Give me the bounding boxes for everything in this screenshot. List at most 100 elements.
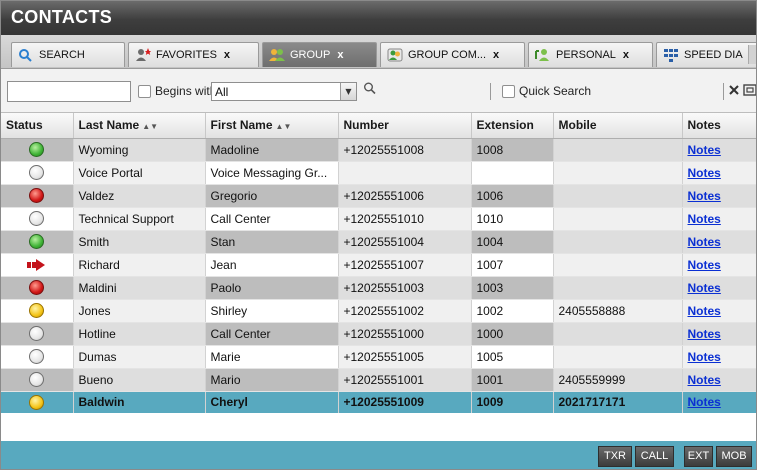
cell-first-name: Call Center bbox=[205, 207, 339, 231]
tab-label: FAVORITES bbox=[156, 49, 217, 61]
cell-number: +12025551003 bbox=[338, 276, 472, 300]
cell-number: +12025551001 bbox=[338, 368, 472, 392]
cell-number: +12025551010 bbox=[338, 207, 472, 231]
cell-last-name: Wyoming bbox=[73, 138, 206, 162]
contacts-table: Status Last Name ▲▼ First Name ▲▼ Number E… bbox=[1, 113, 756, 413]
begins-with-checkbox[interactable] bbox=[138, 85, 151, 98]
tab-group-common[interactable]: GROUP COM... x bbox=[380, 42, 525, 67]
table-row[interactable]: Wyoming Madoline +12025551008 1008 Notes bbox=[1, 138, 756, 162]
tab-favorites[interactable]: FAVORITES x bbox=[128, 42, 259, 67]
cell-mobile bbox=[553, 230, 683, 254]
search-input[interactable] bbox=[7, 81, 131, 102]
cell-first-name: Madoline bbox=[205, 138, 339, 162]
table-row[interactable]: Baldwin Cheryl +12025551009 1009 2021717171 N… bbox=[1, 391, 756, 413]
tab-label: GROUP bbox=[290, 49, 331, 61]
tab-group[interactable]: GROUP x bbox=[262, 42, 377, 67]
table-row[interactable]: Voice Portal Voice Messaging Gr... Notes bbox=[1, 161, 756, 185]
cell-notes: Notes bbox=[682, 138, 756, 162]
search-icon[interactable] bbox=[363, 81, 377, 100]
notes-link[interactable]: Notes bbox=[688, 373, 721, 387]
cell-last-name: Richard bbox=[73, 253, 206, 277]
cell-notes: Notes bbox=[682, 345, 756, 369]
call-button[interactable]: CALL bbox=[635, 446, 674, 467]
tab-search[interactable]: SEARCH bbox=[11, 42, 125, 67]
table-row[interactable]: Smith Stan +12025551004 1004 Notes bbox=[1, 230, 756, 254]
tab-speed-dial[interactable]: SPEED DIA bbox=[656, 42, 756, 67]
cell-first-name: Gregorio bbox=[205, 184, 339, 208]
notes-link[interactable]: Notes bbox=[688, 327, 721, 341]
cell-mobile: 2405558888 bbox=[553, 299, 683, 323]
cell-number: +12025551004 bbox=[338, 230, 472, 254]
column-header-status[interactable]: Status bbox=[1, 113, 74, 139]
cell-mobile bbox=[553, 253, 683, 277]
column-header-notes[interactable]: Notes bbox=[682, 113, 756, 139]
notes-link[interactable]: Notes bbox=[688, 281, 721, 295]
cell-last-name: Technical Support bbox=[73, 207, 206, 231]
call-forward-icon bbox=[26, 259, 47, 272]
cell-extension: 1009 bbox=[471, 391, 554, 413]
cell-status bbox=[1, 138, 74, 162]
cell-mobile: 2021717171 bbox=[553, 391, 683, 413]
table-row[interactable]: Bueno Mario +12025551001 1001 2405559999 Note… bbox=[1, 368, 756, 392]
status-white-icon bbox=[29, 372, 45, 388]
personal-icon bbox=[535, 48, 551, 62]
tab-scroll-arrow[interactable] bbox=[748, 45, 756, 64]
table-row[interactable]: Valdez Gregorio +12025551006 1006 Notes bbox=[1, 184, 756, 208]
table-row[interactable]: Richard Jean +12025551007 1007 Notes bbox=[1, 253, 756, 277]
table-row[interactable]: Jones Shirley +12025551002 1002 2405558888 No… bbox=[1, 299, 756, 323]
popout-icon[interactable] bbox=[743, 82, 756, 101]
close-icon[interactable]: x bbox=[493, 49, 499, 61]
notes-link[interactable]: Notes bbox=[688, 143, 721, 157]
close-icon[interactable]: x bbox=[224, 49, 230, 61]
table-row[interactable]: Dumas Marie +12025551005 1005 Notes bbox=[1, 345, 756, 369]
clear-search-icon[interactable] bbox=[728, 82, 740, 101]
table-row[interactable]: Technical Support Call Center +12025551010… bbox=[1, 207, 756, 231]
cell-status bbox=[1, 276, 74, 300]
tab-personal[interactable]: PERSONAL x bbox=[528, 42, 653, 67]
column-header-last-name[interactable]: Last Name ▲▼ bbox=[73, 113, 206, 139]
call-extension-button[interactable]: EXT bbox=[684, 446, 713, 467]
notes-link[interactable]: Notes bbox=[688, 235, 721, 249]
cell-number: +12025551007 bbox=[338, 253, 472, 277]
close-icon[interactable]: x bbox=[623, 49, 629, 61]
table-header: Status Last Name ▲▼ First Name ▲▼ Number E… bbox=[1, 113, 756, 139]
notes-link[interactable]: Notes bbox=[688, 304, 721, 318]
cell-extension: 1008 bbox=[471, 138, 554, 162]
call-mobile-button[interactable]: MOB bbox=[716, 446, 752, 467]
cell-last-name: Smith bbox=[73, 230, 206, 254]
notes-link[interactable]: Notes bbox=[688, 350, 721, 364]
speed-dial-icon bbox=[663, 48, 679, 62]
notes-link[interactable]: Notes bbox=[688, 258, 721, 272]
begins-with-dropdown[interactable]: All ▼ bbox=[211, 82, 357, 101]
column-header-mobile[interactable]: Mobile bbox=[553, 113, 683, 139]
close-icon[interactable]: x bbox=[337, 49, 343, 61]
notes-link[interactable]: Notes bbox=[688, 166, 721, 180]
group-icon bbox=[269, 48, 285, 62]
chevron-down-icon[interactable]: ▼ bbox=[340, 83, 356, 100]
cell-status bbox=[1, 299, 74, 323]
transfer-button[interactable]: TXR bbox=[598, 446, 632, 467]
cell-mobile bbox=[553, 322, 683, 346]
column-header-number[interactable]: Number bbox=[338, 113, 472, 139]
filter-toolbar: Begins with All ▼ Quick Search bbox=[1, 69, 756, 113]
table-row[interactable]: Hotline Call Center +12025551000 1000 Notes bbox=[1, 322, 756, 346]
cell-extension: 1005 bbox=[471, 345, 554, 369]
status-white-icon bbox=[29, 211, 45, 227]
notes-link[interactable]: Notes bbox=[688, 212, 721, 226]
cell-extension: 1006 bbox=[471, 184, 554, 208]
table-row[interactable]: Maldini Paolo +12025551003 1003 Notes bbox=[1, 276, 756, 300]
notes-link[interactable]: Notes bbox=[688, 189, 721, 203]
cell-mobile bbox=[553, 161, 683, 185]
cell-mobile bbox=[553, 276, 683, 300]
cell-status bbox=[1, 184, 74, 208]
cell-last-name: Valdez bbox=[73, 184, 206, 208]
quick-search-checkbox[interactable] bbox=[502, 85, 515, 98]
column-header-first-name[interactable]: First Name ▲▼ bbox=[205, 113, 339, 139]
notes-link[interactable]: Notes bbox=[688, 395, 721, 409]
cell-status bbox=[1, 391, 74, 413]
cell-status bbox=[1, 161, 74, 185]
cell-mobile bbox=[553, 138, 683, 162]
cell-notes: Notes bbox=[682, 368, 756, 392]
column-header-extension[interactable]: Extension bbox=[471, 113, 554, 139]
tab-label: SPEED DIA bbox=[684, 49, 743, 61]
